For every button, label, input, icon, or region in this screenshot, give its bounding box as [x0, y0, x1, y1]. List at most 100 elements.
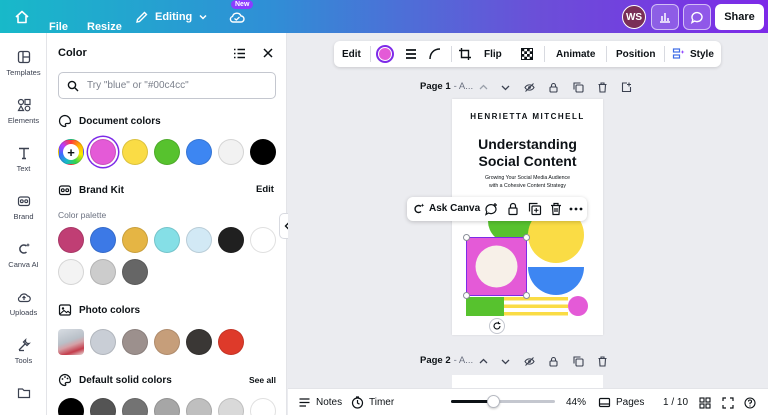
comments-button[interactable] — [683, 4, 711, 30]
flip-button[interactable]: Flip — [484, 41, 502, 67]
resize-handle[interactable] — [463, 234, 470, 241]
chevron-up-icon[interactable] — [478, 82, 489, 93]
photo-thumbnail[interactable] — [58, 329, 84, 355]
palette-color-swatch[interactable] — [250, 227, 276, 253]
palette-color-swatch[interactable] — [58, 227, 84, 253]
animate-button[interactable]: Animate — [556, 41, 595, 67]
trash-icon[interactable] — [597, 82, 608, 93]
rail-item-projects[interactable] — [0, 386, 47, 404]
rail-item-tools[interactable]: Tools — [0, 338, 47, 365]
palette-color-swatch[interactable] — [122, 227, 148, 253]
document-color-swatch[interactable] — [90, 139, 116, 165]
photo-color-swatch[interactable] — [218, 329, 244, 355]
document-color-swatch[interactable] — [186, 139, 212, 165]
pink-circle[interactable] — [568, 296, 588, 316]
palette-color-swatch[interactable] — [90, 259, 116, 285]
default-color-swatch[interactable] — [154, 398, 180, 415]
home-icon[interactable] — [14, 9, 30, 25]
chevron-down-icon[interactable] — [500, 356, 511, 367]
photo-color-swatch[interactable] — [154, 329, 180, 355]
document-color-swatch[interactable] — [250, 139, 276, 165]
color-search-input[interactable]: Try "blue" or "#00c4cc" — [58, 72, 276, 99]
yellow-stripe[interactable] — [504, 312, 568, 316]
chevron-up-icon[interactable] — [478, 356, 489, 367]
palette-color-swatch[interactable] — [218, 227, 244, 253]
document-color-swatch[interactable] — [122, 139, 148, 165]
edit-button[interactable]: Edit — [342, 41, 361, 67]
brand-kit-edit-button[interactable]: Edit — [256, 184, 274, 195]
default-color-swatch[interactable] — [122, 398, 148, 415]
transparency-button[interactable] — [520, 41, 534, 67]
default-color-swatch[interactable] — [90, 398, 116, 415]
palette-color-swatch[interactable] — [90, 227, 116, 253]
grid-view-icon[interactable] — [699, 397, 711, 409]
palette-color-swatch[interactable] — [186, 227, 212, 253]
yellow-stripe[interactable] — [504, 304, 568, 309]
editing-mode-dropdown[interactable]: Editing — [135, 0, 214, 33]
pages-button[interactable]: Pages — [598, 389, 644, 415]
trash-icon[interactable] — [549, 202, 563, 216]
duplicate-icon[interactable] — [573, 82, 584, 93]
hide-eye-icon[interactable] — [524, 82, 535, 93]
photo-color-swatch[interactable] — [186, 329, 212, 355]
corner-rounding-button[interactable] — [428, 41, 442, 67]
document-color-swatch[interactable] — [154, 139, 180, 165]
rail-item-uploads[interactable]: Uploads — [0, 290, 47, 317]
close-icon[interactable] — [261, 46, 275, 60]
default-color-swatch[interactable] — [218, 398, 244, 415]
add-comment-icon[interactable] — [484, 202, 498, 216]
cloud-sync-icon[interactable] — [228, 8, 246, 26]
chevron-down-icon[interactable] — [500, 82, 511, 93]
lock-icon[interactable] — [548, 356, 559, 367]
more-options-icon[interactable] — [569, 207, 583, 211]
selection-box[interactable] — [466, 237, 527, 296]
palette-color-swatch[interactable] — [154, 227, 180, 253]
page-2-title-input[interactable]: - A... — [454, 355, 474, 366]
duplicate-icon[interactable] — [528, 202, 542, 216]
document-color-swatch[interactable] — [218, 139, 244, 165]
list-view-icon[interactable] — [233, 47, 246, 60]
rail-item-elements[interactable]: Elements — [0, 98, 47, 125]
zoom-percentage[interactable]: 44% — [566, 389, 586, 415]
palette-color-swatch[interactable] — [58, 259, 84, 285]
timer-button[interactable]: Timer — [351, 389, 394, 415]
fullscreen-icon[interactable] — [722, 397, 734, 409]
photo-color-swatch[interactable] — [122, 329, 148, 355]
blue-half-circle[interactable] — [528, 267, 584, 295]
add-color-button[interactable]: + — [58, 139, 84, 165]
default-color-swatch[interactable] — [186, 398, 212, 415]
zoom-slider-handle[interactable] — [486, 395, 500, 408]
rail-item-brand[interactable]: Brand — [0, 194, 47, 221]
duplicate-icon[interactable] — [573, 356, 584, 367]
position-button[interactable]: Position — [616, 41, 655, 67]
resize-handle[interactable] — [523, 234, 530, 241]
see-all-link[interactable]: See all — [249, 375, 276, 385]
resize-handle[interactable] — [463, 292, 470, 299]
lock-icon[interactable] — [548, 82, 559, 93]
fill-color-button[interactable] — [376, 41, 394, 67]
photo-color-swatch[interactable] — [90, 329, 116, 355]
rotate-handle[interactable] — [489, 318, 505, 334]
zoom-slider-track[interactable] — [451, 400, 555, 403]
border-style-button[interactable] — [404, 41, 418, 67]
trash-icon[interactable] — [597, 356, 608, 367]
style-button[interactable]: Style — [672, 41, 714, 67]
page-1-title-input[interactable]: - A... — [454, 81, 474, 92]
green-rectangle[interactable] — [466, 297, 504, 316]
crop-button[interactable] — [458, 41, 472, 67]
palette-color-swatch[interactable] — [122, 259, 148, 285]
default-color-swatch[interactable] — [250, 398, 276, 415]
rail-item-canva-ai[interactable]: Canva AI — [0, 242, 47, 269]
insights-button[interactable] — [651, 4, 679, 30]
rail-item-templates[interactable]: Templates — [0, 50, 47, 77]
yellow-stripe[interactable] — [504, 297, 568, 301]
rail-item-text[interactable]: Text — [0, 146, 47, 173]
share-button[interactable]: Share — [715, 4, 764, 30]
resize-handle[interactable] — [523, 292, 530, 299]
help-icon[interactable] — [744, 397, 756, 409]
default-color-swatch[interactable] — [58, 398, 84, 415]
ask-canva-button[interactable]: Ask Canva — [429, 203, 480, 214]
lock-icon[interactable] — [506, 202, 520, 216]
hide-eye-icon[interactable] — [524, 356, 535, 367]
notes-button[interactable]: Notes — [298, 389, 342, 415]
